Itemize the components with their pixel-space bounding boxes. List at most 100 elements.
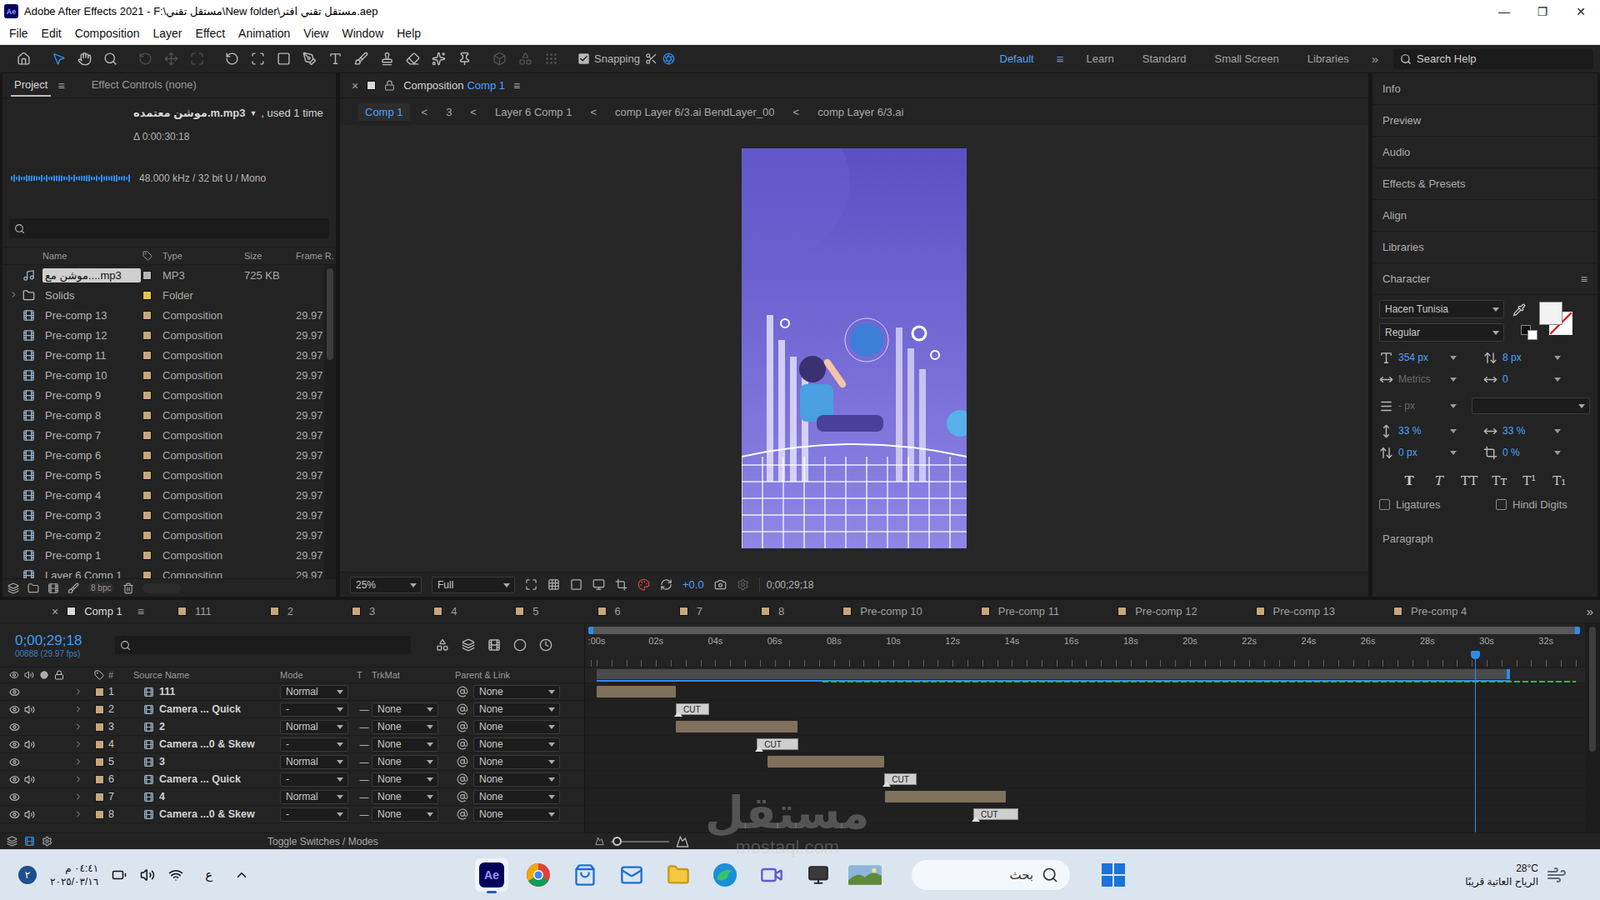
project-item[interactable]: موشن مع....mp3MP3725 KB: [2, 265, 325, 285]
tool-button[interactable]: [159, 48, 183, 70]
project-scrollbar[interactable]: [324, 265, 336, 579]
visibility-icon[interactable]: [9, 721, 20, 733]
metric-field[interactable]: 8 px: [1483, 348, 1588, 367]
metric-field[interactable]: Metrics: [1379, 370, 1484, 389]
project-item[interactable]: Pre-comp 6Composition29.97: [2, 445, 325, 465]
tool-button[interactable]: [375, 48, 399, 70]
workspace-tab[interactable]: Libraries: [1293, 52, 1364, 65]
expand-icon[interactable]: [9, 290, 19, 300]
parent-dropdown[interactable]: None: [473, 772, 560, 787]
snapping-toggle[interactable]: Snapping: [578, 52, 675, 65]
timeline-tab[interactable]: Pre-comp 10: [832, 605, 970, 618]
layer-row[interactable]: 53Normal—NoneNone: [0, 753, 585, 771]
taskbar-app[interactable]: [801, 858, 835, 892]
label-color[interactable]: [142, 470, 152, 480]
audio-icon[interactable]: [24, 809, 35, 820]
tool-button[interactable]: [323, 48, 347, 70]
expand-icon[interactable]: [73, 756, 84, 767]
taskbar-app[interactable]: [521, 858, 555, 892]
preserve-transparency[interactable]: —: [356, 721, 372, 732]
preserve-transparency[interactable]: —: [356, 739, 372, 750]
tool-button[interactable]: [271, 48, 295, 70]
current-time[interactable]: 0;00;29;18: [759, 577, 821, 593]
graph-editor-icon[interactable]: [539, 638, 553, 652]
preserve-transparency[interactable]: —: [356, 756, 372, 767]
workspace-tab[interactable]: Standard: [1128, 52, 1201, 65]
panel-menu[interactable]: ≡: [513, 79, 520, 93]
visibility-icon[interactable]: [9, 774, 20, 785]
parent-dropdown[interactable]: None: [473, 685, 560, 700]
menu-item[interactable]: Help: [390, 26, 428, 40]
timeline-tab[interactable]: 6: [587, 605, 670, 618]
label-color[interactable]: [142, 270, 152, 280]
visibility-icon[interactable]: [9, 686, 20, 698]
parent-dropdown[interactable]: None: [473, 790, 560, 805]
timeline-tab[interactable]: Pre-comp 4: [1383, 605, 1515, 618]
label-color[interactable]: [95, 740, 105, 750]
tool-button[interactable]: [220, 48, 244, 70]
blend-mode-dropdown[interactable]: Normal: [280, 755, 349, 770]
stroke-width-field[interactable]: - px: [1379, 396, 1591, 415]
layer-row[interactable]: 6Camera ... Quick-—NoneNone: [0, 770, 585, 789]
menu-item[interactable]: Animation: [231, 26, 297, 40]
lock-icon[interactable]: [384, 80, 395, 91]
timeline-tab[interactable]: 4: [423, 605, 505, 618]
taskbar-app[interactable]: [615, 858, 649, 892]
time-display[interactable]: 0;00;29;1800888 (29.97 fps): [15, 632, 115, 659]
pick-whip-icon[interactable]: [456, 738, 469, 750]
label-color[interactable]: [142, 450, 152, 460]
visibility-icon[interactable]: [9, 756, 20, 768]
tool-button[interactable]: [426, 48, 450, 70]
snapping-checkbox[interactable]: [578, 53, 590, 65]
resolution-dropdown[interactable]: Full: [431, 576, 515, 594]
project-item[interactable]: Pre-comp 2Composition29.97: [2, 525, 325, 545]
expand-icon[interactable]: [73, 721, 84, 732]
track-matte-dropdown[interactable]: None: [371, 755, 439, 770]
layer-marker[interactable]: CUT: [756, 738, 799, 750]
blend-mode-dropdown[interactable]: -: [280, 737, 349, 752]
show-snapshot-icon[interactable]: [736, 578, 750, 591]
label-color[interactable]: [95, 722, 105, 732]
default-white[interactable]: [1527, 330, 1538, 340]
label-color[interactable]: [142, 330, 152, 340]
visibility-icon[interactable]: [9, 791, 20, 803]
column-header[interactable]: Name: [42, 250, 141, 261]
layer-row[interactable]: 4Camera ...0 & Skew-—NoneNone: [0, 735, 585, 754]
layer-marker[interactable]: CUT: [884, 773, 917, 785]
window-control-button[interactable]: ❐: [1523, 0, 1562, 23]
layer-row[interactable]: 8Camera ...0 & Skew-—NoneNone: [0, 805, 585, 824]
timeline-tab[interactable]: 8: [750, 605, 833, 618]
breadcrumb[interactable]: Layer 6 Comp 1: [488, 103, 580, 121]
workspace-tab[interactable]: Small Screen: [1200, 52, 1293, 65]
option-checkbox[interactable]: Ligatures: [1379, 498, 1471, 511]
mask-icon[interactable]: [570, 578, 583, 591]
layer-bar[interactable]: [596, 685, 676, 698]
metric-field[interactable]: 354 px: [1379, 348, 1484, 367]
pick-whip-icon[interactable]: [456, 703, 469, 715]
menu-item[interactable]: View: [296, 26, 335, 40]
expand-icon[interactable]: [73, 791, 84, 802]
side-panel-item[interactable]: Align: [1372, 200, 1598, 232]
eyedropper-icon[interactable]: [1512, 303, 1526, 317]
notification-badge[interactable]: ٢: [18, 865, 37, 885]
preserve-transparency[interactable]: —: [356, 809, 372, 820]
menu-item[interactable]: Window: [335, 26, 390, 40]
project-item[interactable]: Pre-comp 7Composition29.97: [2, 425, 325, 445]
track-matte-dropdown[interactable]: None: [371, 720, 439, 735]
pick-whip-icon[interactable]: [456, 773, 469, 785]
text-style-button[interactable]: T¹: [1520, 473, 1538, 489]
pick-whip-icon[interactable]: [456, 720, 469, 733]
comp-flowchart-icon[interactable]: [435, 638, 450, 652]
tool-button[interactable]: [46, 48, 70, 70]
side-panel-item[interactable]: Audio: [1372, 136, 1598, 169]
tool-button[interactable]: [349, 48, 373, 70]
project-item[interactable]: SolidsFolder: [2, 285, 325, 305]
audio-icon[interactable]: [24, 774, 35, 785]
toggle-switches-modes[interactable]: Toggle Switches / Modes: [267, 835, 379, 848]
breadcrumb[interactable]: comp Layer 6/3.ai: [810, 103, 910, 121]
label-color[interactable]: [142, 370, 152, 380]
zoom-out-icon[interactable]: [595, 836, 605, 846]
exposure-value[interactable]: +0.0: [682, 578, 705, 591]
track-matte-dropdown[interactable]: None: [371, 737, 439, 752]
clock[interactable]: ٠٤:٤١ م٢٠٢٥/٠٣/١٦: [50, 861, 99, 889]
